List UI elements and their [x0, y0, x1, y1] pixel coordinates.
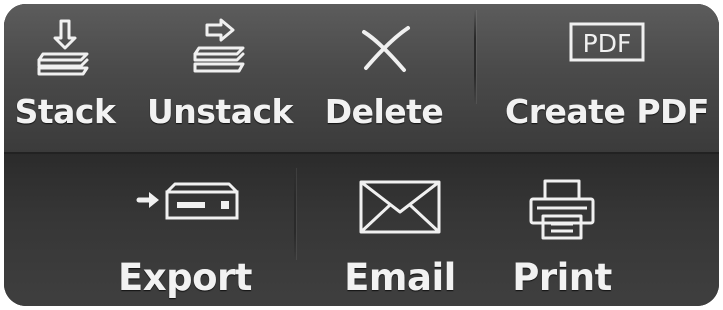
email-button[interactable]: Email [330, 154, 470, 306]
print-button[interactable]: Print [490, 154, 634, 306]
delete-x-icon [320, 18, 448, 80]
stack-button[interactable]: Stack [4, 4, 126, 152]
pdf-icon: PDF [498, 18, 716, 66]
unstack-button[interactable]: Unstack [144, 4, 296, 152]
create-pdf-button[interactable]: PDF Create PDF [498, 4, 716, 152]
create-pdf-label: Create PDF [505, 92, 709, 131]
bottom-separator [294, 168, 296, 260]
pdf-icon-text: PDF [583, 29, 632, 58]
stack-label: Stack [14, 92, 116, 131]
unstack-label: Unstack [147, 92, 293, 131]
envelope-icon [330, 178, 470, 236]
toolbar-bottom-row: Export Email Print [4, 152, 719, 306]
export-drive-icon [100, 178, 270, 232]
export-button[interactable]: Export [100, 154, 270, 306]
export-label: Export [118, 256, 252, 299]
toolbar-top-row: Stack Unstack Delete PDF Create PDF [4, 4, 719, 152]
email-label: Email [344, 256, 456, 299]
toolbar: Stack Unstack Delete PDF Create PDF Expo… [4, 4, 719, 306]
delete-button[interactable]: Delete [320, 4, 448, 152]
printer-icon [490, 178, 634, 244]
stack-icon [4, 18, 126, 80]
print-label: Print [512, 256, 612, 299]
unstack-icon [144, 18, 296, 80]
top-separator [474, 10, 476, 104]
delete-label: Delete [324, 92, 444, 131]
